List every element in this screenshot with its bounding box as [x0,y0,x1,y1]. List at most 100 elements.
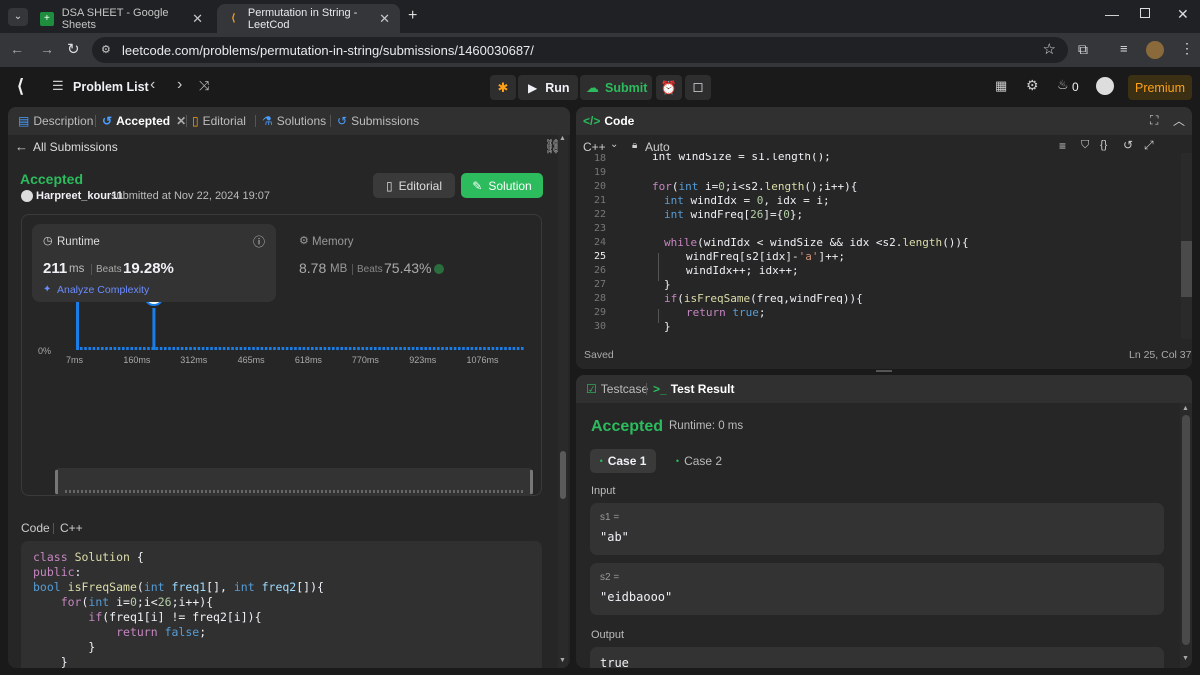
tab-solutions[interactable]: ⚗ Solutions [262,107,326,135]
browser-menu-icon[interactable]: ⋮ [1180,40,1194,57]
settings-gear-icon[interactable]: ⚙ [1026,77,1039,94]
memory-card[interactable]: ⚙ Memory 8.78 MB Beats 75.43% [288,224,542,302]
case-2-button[interactable]: • Case 2 [666,449,732,473]
reload-icon[interactable]: ↻ [67,40,80,58]
scroll-thumb[interactable] [1181,241,1192,297]
submit-button[interactable]: ☁ Submit [580,75,652,100]
minimize-icon[interactable]: — [1105,6,1119,22]
distribution-bar [357,347,360,350]
extensions-icon[interactable]: ⧉ [1078,41,1088,58]
distribution-bar [126,347,129,350]
prev-problem-icon[interactable]: ‹ [150,76,155,94]
distribution-bar [88,347,91,350]
scroll-thumb[interactable] [1182,415,1190,645]
scroll-down-arrow-icon[interactable]: ▼ [559,657,566,664]
fullscreen-icon[interactable]: ⛶ [1150,113,1158,128]
profile-avatar[interactable] [1146,41,1164,59]
tab-submissions-label: Submissions [351,114,420,128]
distribution-bar [344,347,348,350]
site-info-icon[interactable]: ⚙ [101,43,111,56]
timer-button[interactable]: ⏰ [656,75,682,100]
editorial-button[interactable]: ▯ Editorial [373,173,455,198]
analyze-complexity-link[interactable]: Analyze Complexity [57,284,149,296]
notes-button[interactable]: ☐ [685,75,711,100]
restore-icon[interactable] [1140,8,1150,18]
info-icon[interactable]: ⓘ [253,233,265,250]
expand-icon[interactable]: ⤢ [1144,138,1154,153]
language-select[interactable]: C++ [583,140,606,154]
new-tab-icon[interactable]: + [408,7,417,25]
chip-icon: ⚙ [299,235,309,247]
tab-description[interactable]: ▤ Description [18,107,93,135]
bookmark-icon[interactable]: ⛉ [1081,139,1089,152]
input-s2-box[interactable]: s2 = "eidbaooo" [590,563,1164,615]
address-bar[interactable]: ⚙ leetcode.com/problems/permutation-in-s… [92,37,1068,63]
back-arrow-icon[interactable]: ← [15,139,28,154]
media-icon[interactable]: ≡ [1120,41,1128,56]
runtime-bar [152,308,156,350]
brush-right-handle[interactable] [530,470,533,494]
chart-range-brush[interactable] [55,468,533,496]
distribution-bar [483,347,486,350]
case-1-button[interactable]: • Case 1 [590,449,656,473]
back-icon[interactable]: ← [10,41,24,57]
runtime-card[interactable]: ◷ Runtime ⓘ 211 ms Beats 19.28% ✦ Analyz… [32,224,276,302]
forward-icon[interactable]: → [40,41,54,57]
premium-button[interactable]: Premium [1128,75,1192,100]
browser-tab-sheets[interactable]: + DSA SHEET - Google Sheets ✕ [30,4,213,33]
next-problem-icon[interactable]: › [177,76,182,94]
case-1-label: Case 1 [607,454,647,468]
brush-left-handle[interactable] [55,470,58,494]
leetcode-logo-icon[interactable]: ⟨ [17,76,24,97]
scroll-down-arrow-icon[interactable]: ▼ [1182,655,1189,662]
submitter-name[interactable]: Harpreet_kour11 [36,190,123,202]
scroll-up-arrow-icon[interactable]: ▲ [559,135,566,142]
panel-resize-handle[interactable] [876,370,892,372]
editor-scrollbar[interactable] [1181,153,1192,339]
tab-search-icon[interactable]: ⌄ [8,8,28,26]
tab-submissions[interactable]: ↺ Submissions [337,107,419,135]
bookmark-star-icon[interactable]: ☆ [1043,40,1056,58]
checkbox-icon: ☑ [586,382,597,396]
debug-button[interactable]: ✱ [490,75,516,100]
scroll-thumb[interactable] [560,451,566,499]
reset-icon[interactable]: ↺ [1123,138,1133,152]
streak-flame-icon[interactable]: ♨ [1057,77,1069,93]
tab-accepted[interactable]: ↺ Accepted ✕ [102,107,186,135]
distribution-bar [500,347,503,350]
browser-toolbar: ← → ↻ ⚙ leetcode.com/problems/permutatio… [0,33,1200,67]
close-tab-icon[interactable]: ✕ [176,114,186,128]
distribution-bar [273,347,276,350]
result-scrollbar[interactable]: ▲ ▼ [1180,403,1192,668]
tab-editorial[interactable]: ▯ Editorial [192,107,246,135]
result-runtime: Runtime: 0 ms [669,420,744,432]
tab-test-result[interactable]: >_ Test Result [653,375,734,403]
submitted-code-block[interactable]: class Solution { public: bool isFreqSame… [21,541,542,668]
tab-testcase[interactable]: ☑ Testcase [586,375,648,403]
code-line: int windSize = s1.length(); [652,153,831,163]
auto-mode-label[interactable]: Auto [645,140,670,154]
run-button[interactable]: ▶ Run [518,75,578,100]
close-window-icon[interactable]: ✕ [1177,6,1189,23]
collapse-chevron-icon[interactable]: ︿ [1173,112,1185,129]
solution-button[interactable]: ✎ Solution [461,173,543,198]
code-editor[interactable]: 18 19 20 21 22 23 24 25 26 27 28 29 30 i… [576,153,1180,339]
shuffle-icon[interactable]: ⤨ [199,78,209,94]
braces-icon[interactable]: {} [1100,139,1107,151]
left-scrollbar[interactable]: ▲ ▼ [558,135,568,668]
close-tab-icon[interactable]: ✕ [379,11,390,27]
input-s1-box[interactable]: s1 = "ab" [590,503,1164,555]
problem-list-link[interactable]: Problem List [73,80,149,94]
tab-title: DSA SHEET - Google Sheets [61,6,169,31]
scroll-up-arrow-icon[interactable]: ▲ [1182,405,1189,412]
format-icon[interactable]: ≡ [1059,139,1066,153]
chevron-down-icon[interactable]: ⌄ [610,139,618,150]
play-icon: ▶ [528,80,538,95]
all-submissions-link[interactable]: All Submissions [33,140,118,154]
output-box[interactable]: true [590,647,1164,668]
close-tab-icon[interactable]: ✕ [192,11,203,27]
browser-tab-leetcode[interactable]: ⟨ Permutation in String - LeetCod ✕ [217,4,400,33]
layout-icon[interactable]: ▦ [995,78,1007,94]
tab-code[interactable]: </> Code [583,107,634,135]
user-avatar[interactable] [1096,77,1114,95]
